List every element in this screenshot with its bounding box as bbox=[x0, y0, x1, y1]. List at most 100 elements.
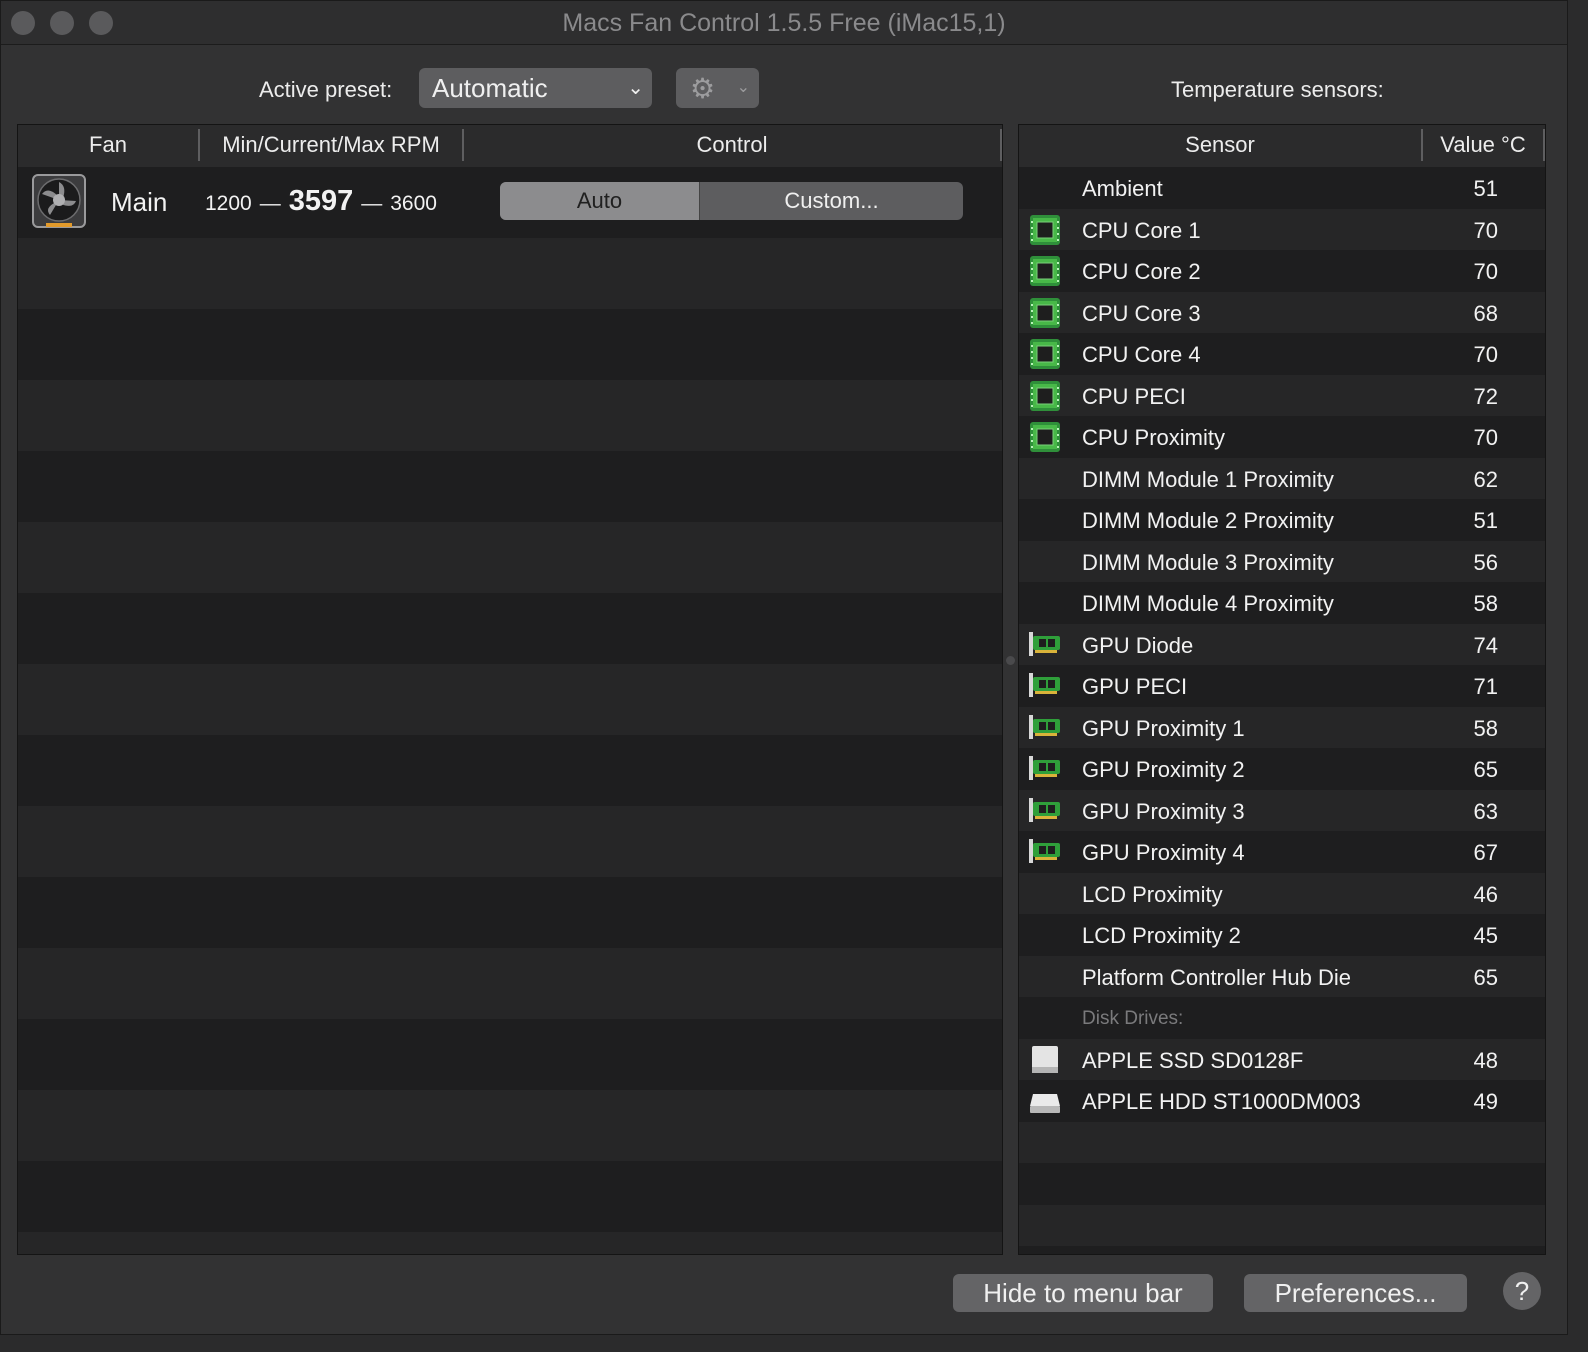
sensor-value: 71 bbox=[1473, 674, 1498, 699]
sensor-row-dimm-module-1-proximity[interactable]: DIMM Module 1 Proximity 62 bbox=[1019, 457, 1545, 499]
gpu-card-icon bbox=[1029, 630, 1061, 660]
sensor-row-lcd-proximity-2[interactable]: LCD Proximity 2 45 bbox=[1019, 914, 1545, 956]
sensor-row-lcd-proximity[interactable]: LCD Proximity 46 bbox=[1019, 872, 1545, 914]
chevron-down-icon: ⌄ bbox=[627, 77, 644, 99]
sensor-name: APPLE HDD ST1000DM003 bbox=[1082, 1089, 1361, 1114]
column-divider[interactable] bbox=[1543, 129, 1545, 161]
gpu-card-icon bbox=[1029, 796, 1061, 826]
sensor-name: DIMM Module 1 Proximity bbox=[1082, 466, 1334, 492]
sensor-name: GPU Proximity 1 bbox=[1082, 715, 1245, 741]
sensor-row-gpu-peci[interactable]: GPU PECI 71 bbox=[1019, 665, 1545, 707]
sensor-value: 63 bbox=[1473, 798, 1498, 824]
column-header-value[interactable]: Value °C bbox=[1423, 125, 1543, 167]
rpm-current: 3597 bbox=[288, 185, 354, 217]
chevron-down-icon: ⌄ bbox=[736, 79, 750, 96]
sensor-row-cpu-core-3[interactable]: CPU Core 3 68 bbox=[1019, 291, 1545, 333]
gpu-card-icon bbox=[1029, 713, 1061, 743]
empty-row bbox=[1019, 1204, 1545, 1246]
empty-row bbox=[18, 948, 1002, 1019]
active-preset-label: Active preset: bbox=[259, 77, 393, 102]
title-bar: Macs Fan Control 1.5.5 Free (iMac15,1) bbox=[1, 1, 1567, 45]
empty-row bbox=[1019, 1163, 1545, 1205]
sensor-row-dimm-module-2-proximity[interactable]: DIMM Module 2 Proximity 51 bbox=[1019, 499, 1545, 541]
preset-actions-button[interactable]: ⚙ ⌄ bbox=[676, 68, 759, 108]
sensor-name: Disk Drives: bbox=[1082, 1008, 1184, 1029]
sensor-name: GPU Proximity 3 bbox=[1082, 798, 1245, 824]
sensor-row-cpu-peci[interactable]: CPU PECI 72 bbox=[1019, 374, 1545, 416]
sensor-value: 74 bbox=[1473, 632, 1498, 658]
empty-row bbox=[18, 380, 1002, 451]
sensor-row-gpu-diode[interactable]: GPU Diode 74 bbox=[1019, 623, 1545, 665]
sensor-value: 49 bbox=[1473, 1089, 1498, 1114]
sensor-name: CPU Core 1 bbox=[1082, 217, 1201, 243]
sensor-row-cpu-core-2[interactable]: CPU Core 2 70 bbox=[1019, 250, 1545, 292]
column-divider[interactable] bbox=[1000, 129, 1002, 161]
sensor-value: 72 bbox=[1473, 383, 1498, 409]
sensor-name: DIMM Module 2 Proximity bbox=[1082, 508, 1334, 533]
sensor-value: 65 bbox=[1473, 964, 1498, 990]
sensor-group-header: Disk Drives: bbox=[1019, 997, 1545, 1039]
sensor-name: CPU Core 4 bbox=[1082, 342, 1201, 367]
sensor-row-dimm-module-4-proximity[interactable]: DIMM Module 4 Proximity 58 bbox=[1019, 582, 1545, 624]
sensor-row-gpu-proximity-1[interactable]: GPU Proximity 1 58 bbox=[1019, 706, 1545, 748]
sensor-name: DIMM Module 4 Proximity bbox=[1082, 591, 1334, 616]
fans-table-header: Fan Min/Current/Max RPM Control bbox=[18, 125, 1002, 168]
sensor-row-cpu-core-1[interactable]: CPU Core 1 70 bbox=[1019, 208, 1545, 250]
column-header-fan[interactable]: Fan bbox=[18, 125, 198, 167]
sensor-value: 46 bbox=[1473, 881, 1498, 907]
fan-name: Main bbox=[111, 187, 168, 217]
sensor-row-cpu-core-4[interactable]: CPU Core 4 70 bbox=[1019, 333, 1545, 375]
rpm-max: 3600 bbox=[390, 192, 437, 215]
auto-control-button[interactable]: Auto bbox=[500, 182, 699, 220]
sensor-row-apple-ssd-sd0128f[interactable]: APPLE SSD SD0128F 48 bbox=[1019, 1038, 1545, 1080]
gpu-card-icon bbox=[1029, 671, 1061, 701]
sensor-name: DIMM Module 3 Proximity bbox=[1082, 549, 1334, 575]
sensor-name: CPU Core 3 bbox=[1082, 300, 1201, 326]
sensor-row-apple-hdd-st1000dm003[interactable]: APPLE HDD ST1000DM003 49 bbox=[1019, 1080, 1545, 1122]
sensor-name: CPU Core 2 bbox=[1082, 259, 1201, 284]
sensor-value: 70 bbox=[1473, 425, 1498, 450]
sensor-row-ambient[interactable]: Ambient 51 bbox=[1019, 167, 1545, 209]
cpu-chip-icon bbox=[1029, 256, 1061, 286]
preset-dropdown-value: Automatic bbox=[432, 73, 548, 103]
sensor-row-gpu-proximity-2[interactable]: GPU Proximity 2 65 bbox=[1019, 748, 1545, 790]
fan-row-main[interactable]: Main 1200—3597—3600 Auto Custom... bbox=[18, 167, 1002, 238]
sensors-table-header: Sensor Value °C bbox=[1019, 125, 1545, 168]
gpu-card-icon bbox=[1029, 754, 1061, 784]
sensor-name: Ambient bbox=[1082, 176, 1163, 201]
column-header-sensor[interactable]: Sensor bbox=[1019, 125, 1421, 167]
sensor-row-dimm-module-3-proximity[interactable]: DIMM Module 3 Proximity 56 bbox=[1019, 540, 1545, 582]
split-view-handle[interactable] bbox=[1006, 656, 1015, 665]
column-header-control[interactable]: Control bbox=[464, 125, 1000, 167]
gpu-card-icon bbox=[1029, 837, 1061, 867]
sensor-value: 70 bbox=[1473, 259, 1498, 284]
fans-table: Fan Min/Current/Max RPM Control Main 120… bbox=[17, 124, 1003, 1255]
sensor-value: 70 bbox=[1473, 217, 1498, 243]
sensor-value: 51 bbox=[1473, 176, 1498, 201]
preferences-button[interactable]: Preferences... bbox=[1244, 1274, 1467, 1312]
rpm-readout: 1200—3597—3600 bbox=[205, 185, 437, 217]
temperature-sensors-heading: Temperature sensors: bbox=[1171, 77, 1384, 102]
sensor-row-gpu-proximity-4[interactable]: GPU Proximity 4 67 bbox=[1019, 831, 1545, 873]
help-button[interactable]: ? bbox=[1503, 1272, 1541, 1310]
sensor-value: 58 bbox=[1473, 591, 1498, 616]
sensor-value: 58 bbox=[1473, 715, 1498, 741]
preset-dropdown[interactable]: Automatic ⌄ bbox=[419, 68, 652, 108]
sensor-row-gpu-proximity-3[interactable]: GPU Proximity 3 63 bbox=[1019, 789, 1545, 831]
sensor-name: GPU Proximity 2 bbox=[1082, 757, 1245, 782]
column-header-rpm[interactable]: Min/Current/Max RPM bbox=[200, 125, 462, 167]
custom-control-button[interactable]: Custom... bbox=[699, 182, 963, 220]
fan-icon bbox=[32, 174, 86, 228]
empty-row bbox=[18, 664, 1002, 735]
sensor-value: 70 bbox=[1473, 342, 1498, 367]
app-window: Macs Fan Control 1.5.5 Free (iMac15,1) A… bbox=[0, 0, 1568, 1335]
sensor-name: LCD Proximity bbox=[1082, 881, 1223, 907]
empty-row bbox=[18, 522, 1002, 593]
sensor-row-platform-controller-hub-die[interactable]: Platform Controller Hub Die 65 bbox=[1019, 955, 1545, 997]
window-title: Macs Fan Control 1.5.5 Free (iMac15,1) bbox=[562, 9, 1006, 37]
sensor-row-cpu-proximity[interactable]: CPU Proximity 70 bbox=[1019, 416, 1545, 458]
sensor-value: 51 bbox=[1473, 508, 1498, 533]
hide-to-menu-bar-button[interactable]: Hide to menu bar bbox=[953, 1274, 1213, 1312]
rpm-min: 1200 bbox=[205, 192, 252, 215]
cpu-chip-icon bbox=[1029, 380, 1061, 411]
